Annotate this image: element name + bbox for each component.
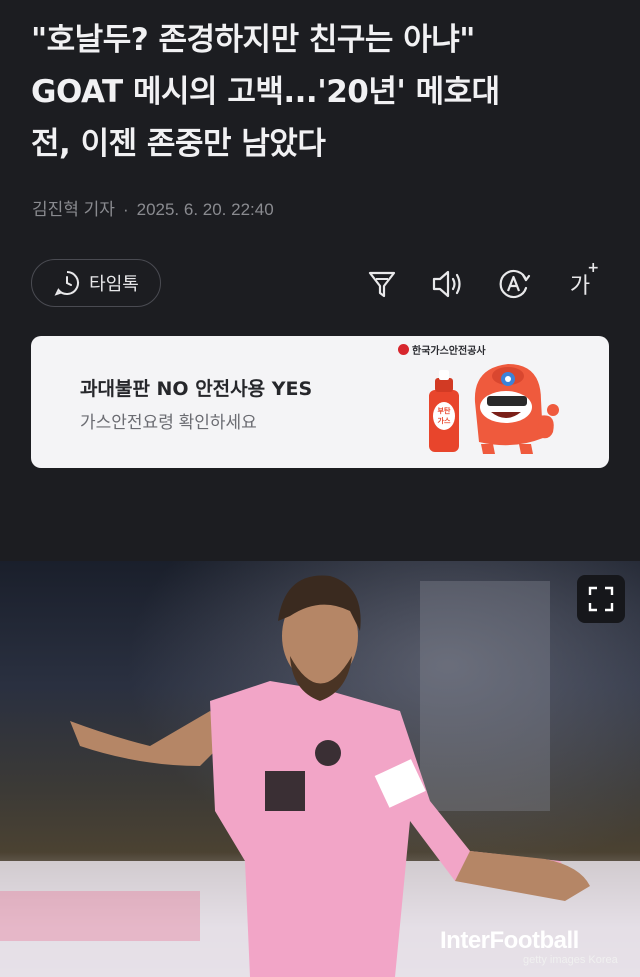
headline-line-2: GOAT 메시의 고백...'20년' 메호대 (31, 74, 500, 110)
article-hero-photo[interactable]: InterFootball getty images Korea (0, 561, 640, 977)
read-aloud-button[interactable] (426, 262, 470, 306)
translate-button[interactable] (492, 262, 536, 306)
summary-icon (368, 271, 396, 298)
headline-line-1: "호날두? 존경하지만 친구는 아냐" (31, 22, 475, 58)
gas-can-mascot-illustration: 부탄 가스 (429, 364, 559, 454)
timetalk-button[interactable]: 타임톡 (31, 259, 161, 307)
fullscreen-button[interactable] (577, 575, 625, 623)
expand-icon (588, 586, 614, 612)
byline-separator: · (122, 200, 129, 219)
font-size-icon: 가 + (569, 260, 600, 299)
headline-line-3: 전, 이젠 존중만 남았다 (31, 126, 326, 162)
translate-icon (499, 269, 531, 299)
summary-button[interactable] (360, 262, 404, 306)
clock-chat-icon (54, 271, 80, 296)
byline: 김진혁 기자 · 2025. 6. 20. 22:40 (32, 195, 274, 220)
article-tools: 가 + (360, 260, 602, 306)
timetalk-label: 타임톡 (89, 274, 139, 294)
font-size-button[interactable]: 가 + (558, 260, 602, 306)
photo-scene (0, 561, 640, 977)
svg-text:가스: 가스 (438, 416, 451, 425)
photo-credit: getty images Korea (523, 954, 618, 966)
ad-title: 과대불판 NO 안전사용 YES (80, 378, 313, 400)
speaker-icon (432, 270, 461, 298)
font-size-label: 가 (569, 274, 591, 299)
sponsor-logo-icon (398, 344, 409, 355)
gas-safety-ad-banner[interactable]: 과대불판 NO 안전사용 YES 가스안전요령 확인하세요 한국가스안전공사 부… (31, 336, 609, 468)
publish-datetime: 2025. 6. 20. 22:40 (136, 200, 274, 219)
author-name[interactable]: 김진혁 기자 (32, 200, 115, 219)
photo-watermark: InterFootball (440, 927, 579, 954)
article-headline: "호날두? 존경하지만 친구는 아냐" GOAT 메시의 고백...'20년' … (31, 14, 621, 170)
ad-can-label: 부탄 (438, 406, 451, 415)
ad-subtitle: 가스안전요령 확인하세요 (80, 413, 257, 432)
